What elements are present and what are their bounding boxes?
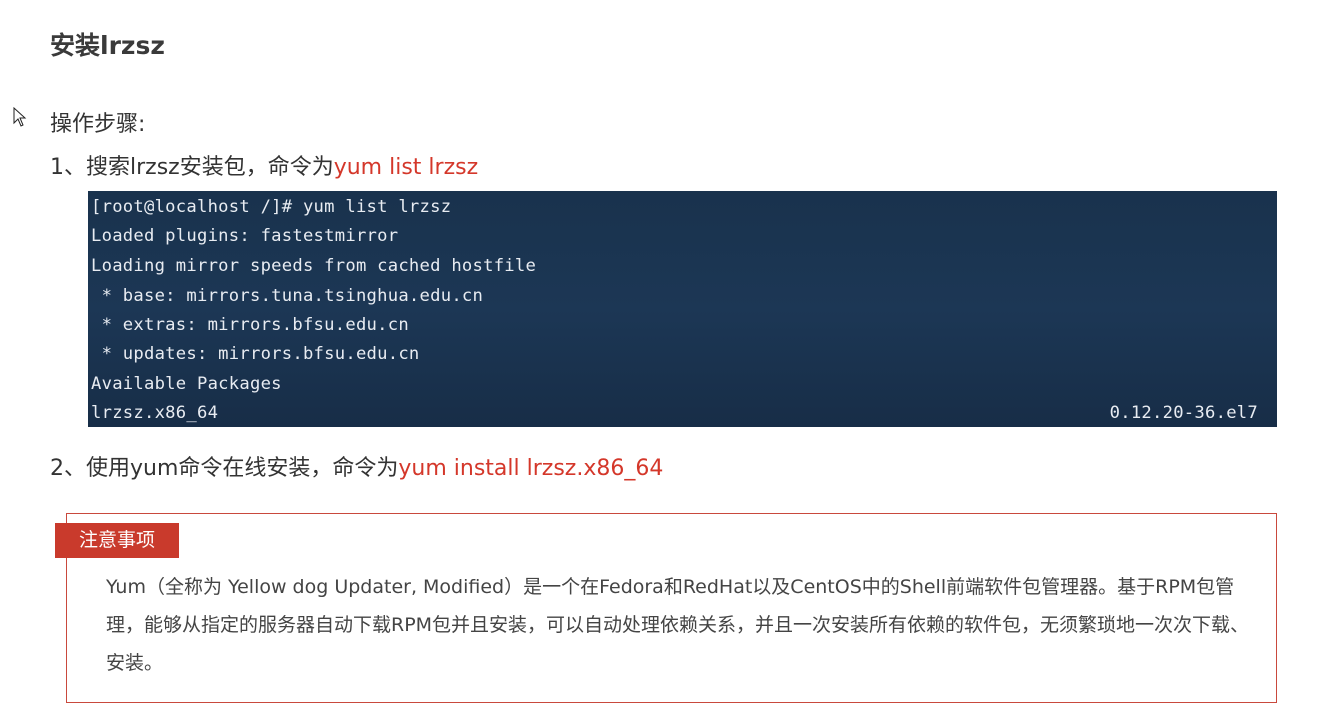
terminal-version: 0.12.20-36.el7 [1109,403,1258,423]
step-1-text: 1、搜索lrzsz安装包，命令为 [50,155,334,180]
terminal-line: lrzsz.x86_64 [91,403,219,423]
terminal-line: * updates: mirrors.bfsu.edu.cn [91,344,420,364]
step-2-text: 2、使用yum命令在线安装，命令为 [50,456,399,481]
step-2-command: yum install lrzsz.x86_64 [398,456,664,481]
terminal-line: * base: mirrors.tuna.tsinghua.edu.cn [91,286,484,306]
terminal-line: Loaded plugins: fastestmirror [91,226,399,246]
terminal-line: [root@localhost /]# yum list lrzsz [91,197,452,217]
steps-label: 操作步骤: [50,112,146,137]
page-title: 安装lrzsz [50,31,165,60]
mouse-cursor-icon [13,107,27,127]
step-1: 1、搜索lrzsz安装包，命令为yum list lrzsz [50,149,478,181]
terminal-line: Loading mirror speeds from cached hostfi… [91,256,537,276]
step-1-command: yum list lrzsz [333,155,479,180]
note-tag: 注意事项 [55,523,179,558]
terminal-line: * extras: mirrors.bfsu.edu.cn [91,315,409,335]
terminal-screenshot: [root@localhost /]# yum list lrzsz Loade… [88,191,1277,427]
note-text: Yum（全称为 Yellow dog Updater, Modified）是一个… [106,576,1250,674]
step-2: 2、使用yum命令在线安装，命令为yum install lrzsz.x86_6… [50,450,663,482]
terminal-line: Available Packages [91,374,282,394]
